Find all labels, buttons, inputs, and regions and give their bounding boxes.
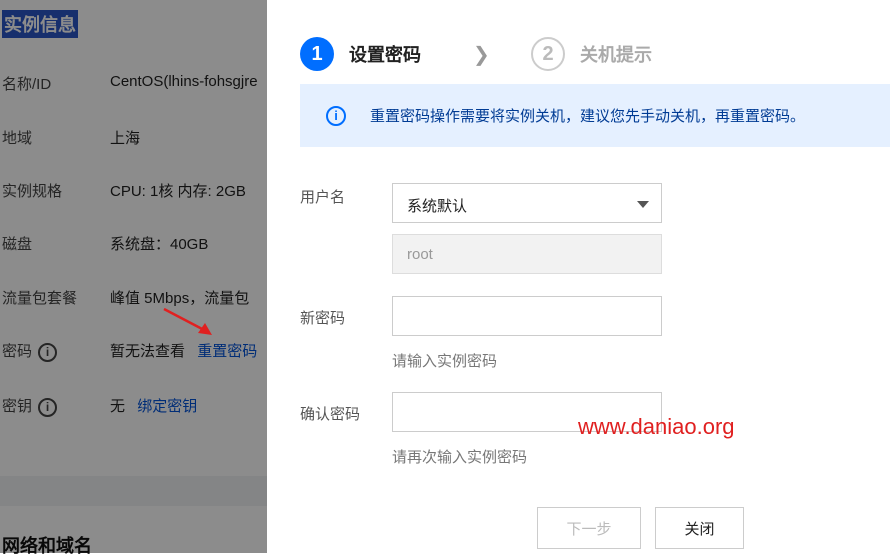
modal-overlay[interactable] [0, 0, 267, 553]
username-field-value: root [407, 246, 433, 263]
new-password-input[interactable] [392, 296, 662, 336]
step-2-number: 2 [531, 37, 565, 71]
username-select[interactable]: 系统默认 [392, 183, 662, 223]
reset-password-panel: 1 设置密码 ❯ 2 关机提示 i 重置密码操作需要将实例关机，建议您先手动关机… [267, 0, 890, 553]
username-label: 用户名 [300, 189, 346, 206]
username-select-value: 系统默认 [407, 198, 468, 215]
new-password-label: 新密码 [300, 310, 346, 327]
new-password-hint: 请输入实例密码 [392, 353, 498, 370]
chevron-right-icon: ❯ [473, 44, 490, 66]
step-1-number: 1 [300, 37, 334, 71]
confirm-password-hint: 请再次输入实例密码 [392, 449, 528, 466]
info-alert: i 重置密码操作需要将实例关机，建议您先手动关机，再重置密码。 [300, 84, 890, 147]
close-button[interactable]: 关闭 [655, 507, 744, 549]
alert-message: 重置密码操作需要将实例关机，建议您先手动关机，再重置密码。 [370, 108, 806, 125]
username-field: root [392, 234, 662, 274]
next-button[interactable]: 下一步 [537, 507, 641, 549]
step-2-label: 关机提示 [580, 45, 652, 65]
red-arrow-annotation [163, 307, 212, 335]
watermark: www.daniao.org [578, 414, 735, 439]
step-2: 2 关机提示 [531, 37, 652, 71]
confirm-password-label: 确认密码 [300, 406, 361, 423]
step-1: 1 设置密码 [300, 37, 421, 71]
info-icon: i [326, 105, 346, 126]
caret-down-icon [637, 201, 649, 208]
step-1-label: 设置密码 [349, 45, 421, 65]
